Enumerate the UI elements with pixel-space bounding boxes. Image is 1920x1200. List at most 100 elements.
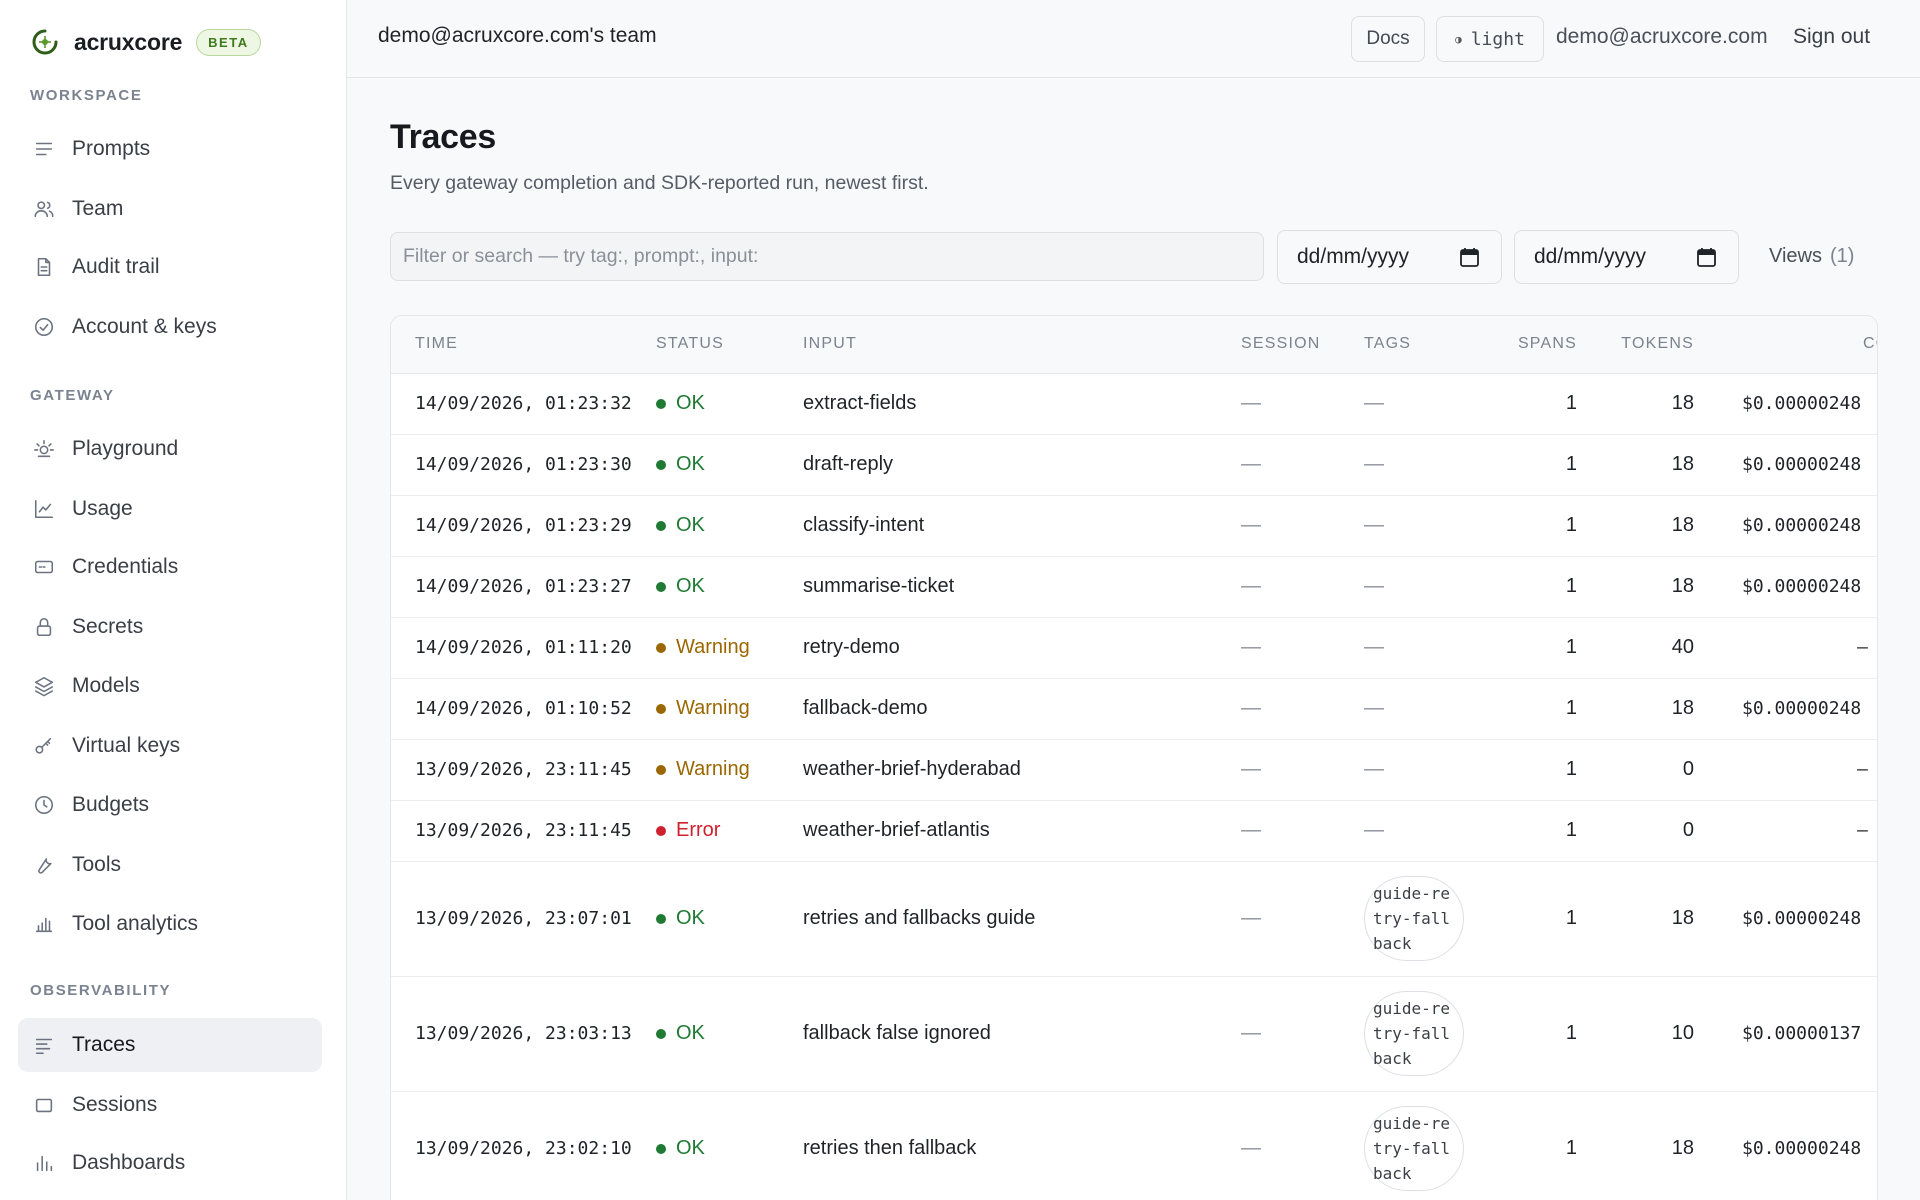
views-label: Views bbox=[1769, 245, 1822, 267]
table-row[interactable]: 14/09/2026, 01:23:32 OK extract-fields — —1 1… bbox=[391, 373, 1877, 434]
status-label: OK bbox=[676, 1137, 705, 1159]
theme-toggle-button[interactable]: ◑ light bbox=[1436, 16, 1544, 62]
col-cost[interactable]: COST bbox=[1694, 316, 1877, 374]
date-from-input[interactable]: dd/mm/yyyy bbox=[1277, 230, 1502, 284]
sidebar-item-playground[interactable]: Playground bbox=[18, 422, 322, 476]
cell-session: — bbox=[1241, 907, 1261, 929]
col-time[interactable]: TIME bbox=[391, 316, 656, 374]
table-row[interactable]: 14/09/2026, 01:23:29 OK classify-intent — —1… bbox=[391, 495, 1877, 556]
cell-cost: $0.00000248 bbox=[1694, 861, 1877, 976]
calendar-icon[interactable] bbox=[1460, 247, 1479, 267]
col-tokens[interactable]: TOKENS bbox=[1577, 316, 1694, 374]
cell-input[interactable]: retries then fallback bbox=[803, 1091, 1241, 1200]
table-row[interactable]: 14/09/2026, 01:10:52 Warning fallback-demo… bbox=[391, 678, 1877, 739]
table-row[interactable]: 14/09/2026, 01:23:27 OK summarise-ticket — —… bbox=[391, 556, 1877, 617]
sidebar-item-account-keys[interactable]: Account & keys bbox=[18, 300, 322, 354]
section-label-workspace: WORKSPACE bbox=[30, 86, 143, 104]
users-icon bbox=[32, 197, 56, 221]
cell-input[interactable]: fallback-demo bbox=[803, 678, 1241, 739]
sidebar-item-prompts[interactable]: Prompts bbox=[18, 122, 322, 176]
cell-input[interactable]: draft-reply bbox=[803, 434, 1241, 495]
status-badge: Warning bbox=[656, 758, 803, 781]
sidebar-item-budgets[interactable]: Budgets bbox=[18, 778, 322, 832]
acruxcore-logo-icon bbox=[32, 29, 58, 55]
table-header-row: TIME STATUS INPUT SESSION TAGS SPANS TOK… bbox=[391, 316, 1877, 374]
status-label: OK bbox=[676, 392, 705, 414]
page-title: Traces bbox=[390, 118, 496, 156]
sidebar-item-label: Usage bbox=[72, 497, 133, 520]
status-label: OK bbox=[676, 453, 705, 475]
cost-value: $0.00000248 bbox=[1742, 576, 1862, 597]
sidebar-item-tool-analytics[interactable]: Tool analytics bbox=[18, 897, 322, 951]
cell-status: OK bbox=[656, 1091, 803, 1200]
views-button[interactable]: Views (1) bbox=[1769, 245, 1854, 268]
cell-input[interactable]: weather-brief-atlantis bbox=[803, 800, 1241, 861]
cell-tags: — bbox=[1364, 392, 1384, 414]
cell-input[interactable]: fallback false ignored bbox=[803, 976, 1241, 1091]
cell-tags: — bbox=[1364, 575, 1384, 597]
cell-spans: 1 bbox=[1565, 392, 1577, 414]
cost-value: $0.00000248 bbox=[1742, 1138, 1862, 1159]
table-row[interactable]: 13/09/2026, 23:07:01 OK retries and fallba… bbox=[391, 861, 1877, 976]
cell-status: Warning bbox=[656, 617, 803, 678]
tag-chip[interactable]: guide-retry-fallback bbox=[1364, 876, 1464, 961]
sidebar-item-traces[interactable]: Traces bbox=[18, 1018, 322, 1072]
cell-input[interactable]: retries and fallbacks guide bbox=[803, 861, 1241, 976]
sidebar-item-secrets[interactable]: Secrets bbox=[18, 600, 322, 654]
cell-input[interactable]: retry-demo bbox=[803, 617, 1241, 678]
cell-spans: 1 bbox=[1565, 575, 1577, 597]
tag-chip[interactable]: guide-retry-fallback bbox=[1364, 991, 1464, 1076]
search-input[interactable] bbox=[390, 232, 1264, 281]
table-row[interactable]: 14/09/2026, 01:23:30 OK draft-reply — —1 18 $0… bbox=[391, 434, 1877, 495]
cell-tags: guide-retry-fallback bbox=[1364, 1091, 1489, 1200]
col-session[interactable]: SESSION bbox=[1241, 316, 1364, 374]
date-from-text: dd/mm/yyyy bbox=[1297, 245, 1410, 268]
calendar-icon[interactable] bbox=[1697, 247, 1716, 267]
sidebar-item-models[interactable]: Models bbox=[18, 659, 322, 713]
cell-time: 13/09/2026, 23:02:10 bbox=[415, 1138, 632, 1159]
sidebar-item-virtual-keys[interactable]: Virtual keys bbox=[18, 719, 322, 773]
table-row[interactable]: 13/09/2026, 23:03:13 OK fallback false ign… bbox=[391, 976, 1877, 1091]
sidebar-item-usage[interactable]: Usage bbox=[18, 482, 322, 536]
sidebar-item-credentials[interactable]: Credentials bbox=[18, 540, 322, 594]
table-row[interactable]: 13/09/2026, 23:11:45 Error weather-brief-a… bbox=[391, 800, 1877, 861]
docs-button[interactable]: Docs bbox=[1351, 16, 1425, 62]
table-row[interactable]: 14/09/2026, 01:11:20 Warning retry-demo — —1… bbox=[391, 617, 1877, 678]
cell-input[interactable]: weather-brief-hyderabad bbox=[803, 739, 1241, 800]
sidebar-item-team[interactable]: Team bbox=[18, 182, 322, 236]
date-to-input[interactable]: dd/mm/yyyy bbox=[1514, 230, 1739, 284]
cost-value: $0.00000248 bbox=[1742, 698, 1862, 719]
team-name[interactable]: demo@acruxcore.com's team bbox=[378, 24, 657, 48]
col-tags[interactable]: TAGS bbox=[1364, 316, 1489, 374]
brand[interactable]: acruxcore BETA bbox=[0, 0, 346, 84]
sidebar-item-tools[interactable]: Tools bbox=[18, 838, 322, 892]
sidebar-item-label: Account & keys bbox=[72, 315, 217, 338]
sidebar-item-dashboards[interactable]: Dashboards bbox=[18, 1136, 322, 1190]
col-spans[interactable]: SPANS bbox=[1489, 316, 1577, 374]
cell-session: — bbox=[1241, 453, 1261, 475]
cell-tokens: 0 bbox=[1682, 819, 1694, 841]
cell-input[interactable]: extract-fields bbox=[803, 373, 1241, 434]
status-dot-icon bbox=[656, 581, 666, 592]
bars-icon bbox=[32, 1151, 56, 1175]
sign-out-button[interactable]: Sign out bbox=[1793, 25, 1870, 49]
status-dot-icon bbox=[656, 703, 666, 714]
col-status[interactable]: STATUS bbox=[656, 316, 803, 374]
status-dot-icon bbox=[656, 825, 666, 836]
sidebar-item-label: Playground bbox=[72, 437, 179, 460]
table-row[interactable]: 13/09/2026, 23:02:10 OK retries then fallb… bbox=[391, 1091, 1877, 1200]
cell-input[interactable]: classify-intent bbox=[803, 495, 1241, 556]
tag-chip[interactable]: guide-retry-fallback bbox=[1364, 1106, 1464, 1191]
cell-session: — bbox=[1241, 392, 1261, 414]
status-label: OK bbox=[676, 575, 705, 597]
col-input[interactable]: INPUT bbox=[803, 316, 1241, 374]
theme-label: light bbox=[1470, 28, 1525, 50]
status-label: Warning bbox=[676, 636, 750, 658]
sidebar-item-label: Audit trail bbox=[72, 255, 160, 278]
table-row[interactable]: 13/09/2026, 23:11:45 Warning weather-brief… bbox=[391, 739, 1877, 800]
page-subtitle: Every gateway completion and SDK-reporte… bbox=[390, 172, 929, 194]
cell-input[interactable]: summarise-ticket bbox=[803, 556, 1241, 617]
sidebar-item-sessions[interactable]: Sessions bbox=[18, 1078, 322, 1132]
sidebar-item-audit-trail[interactable]: Audit trail bbox=[18, 240, 322, 294]
section-label-gateway: GATEWAY bbox=[30, 386, 115, 404]
